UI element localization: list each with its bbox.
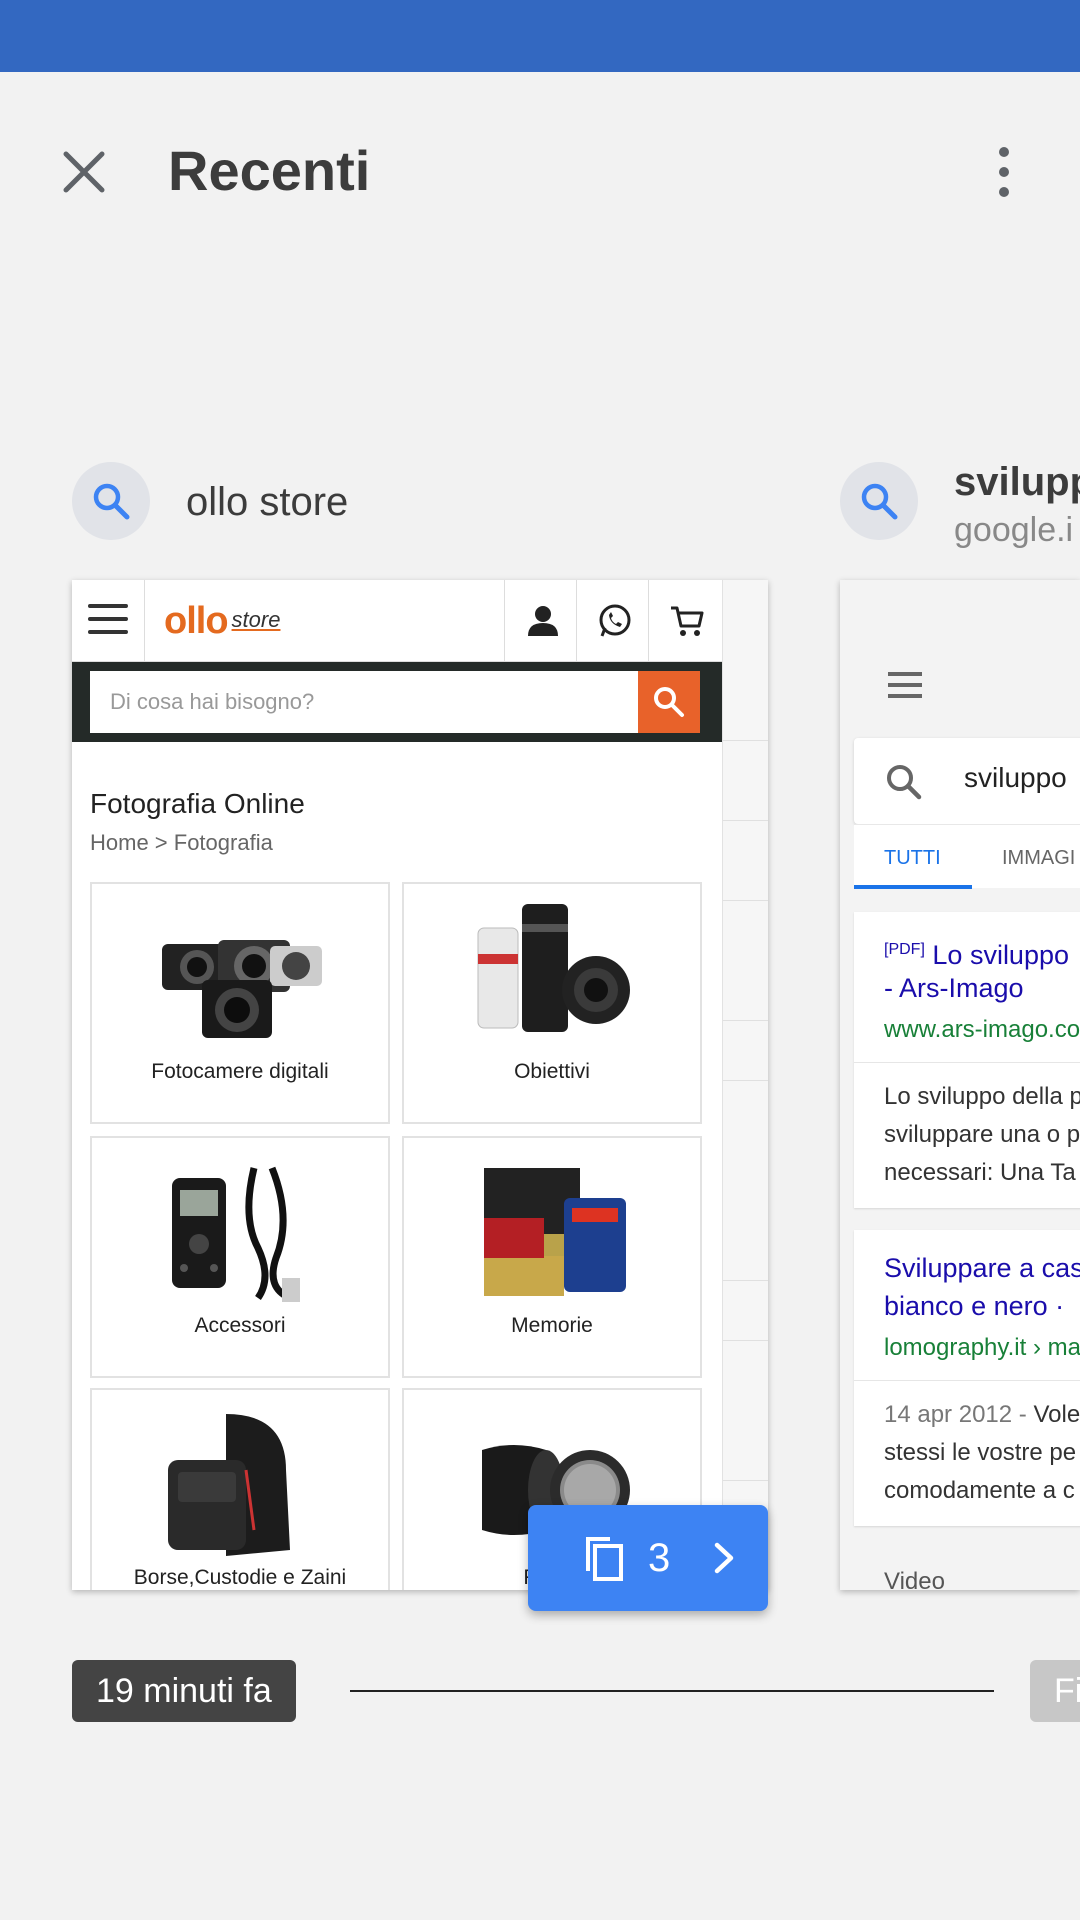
- result-date: 14 apr 2012 -: [884, 1401, 1027, 1428]
- bag-icon: [168, 1414, 290, 1556]
- result-title-2: - Ars-Imago: [884, 973, 1024, 1003]
- tab-all: TUTTI: [884, 847, 941, 869]
- page-title: Recenti: [168, 139, 371, 202]
- category-tile: Borse,Custodie e Zaini: [90, 1388, 390, 1590]
- logo-suffix: store: [231, 607, 281, 632]
- search-result: [PDF] Lo sviluppo - Ars-Imago www.ars-im…: [854, 912, 1080, 1208]
- tab-thumbnail-ollo-store[interactable]: ollo store Di cosa hai bisogno? Fotografi…: [72, 580, 768, 1590]
- close-button[interactable]: [56, 144, 112, 200]
- site-topbar: ollo store: [72, 580, 722, 662]
- result-url: lomography.it › ma: [884, 1334, 1080, 1361]
- menu-icon: [888, 672, 922, 698]
- result-snippet: necessari: Una Ta: [884, 1159, 1076, 1186]
- result-snippet: sviluppare una o p: [884, 1121, 1080, 1148]
- menu-icon: [88, 604, 128, 638]
- result-title: [PDF] Lo sviluppo: [884, 940, 1070, 970]
- search-chip: [72, 462, 150, 540]
- lens-icon: [477, 904, 630, 1032]
- tabs-copy-icon: [586, 1537, 623, 1581]
- category-tile: Accessori: [90, 1136, 390, 1378]
- category-tile: Memorie: [402, 1136, 702, 1378]
- result-url: www.ars-imago.co: [884, 1016, 1080, 1043]
- category-title: Fotografia Online: [90, 788, 305, 819]
- thumbnail-edge: [722, 580, 768, 1590]
- result-snippet: 14 apr 2012 - Vole: [884, 1401, 1080, 1428]
- user-icon: [524, 602, 562, 640]
- tile-label: Memorie: [511, 1314, 593, 1337]
- memory-card-icon: [484, 1168, 626, 1296]
- google-tabs: TUTTI IMMAGI: [854, 824, 1080, 889]
- active-tab-indicator: [854, 885, 972, 889]
- result-title: Sviluppare a cas: [884, 1253, 1080, 1283]
- timeline-divider: [350, 1690, 994, 1692]
- entry-title[interactable]: ollo store: [186, 478, 348, 526]
- more-vert-icon: [999, 147, 1009, 197]
- tile-label: Fotocamere digitali: [151, 1060, 329, 1083]
- cart-icon: [668, 602, 706, 640]
- status-bar: [0, 0, 1080, 72]
- search-icon: [861, 483, 898, 520]
- google-search-box: sviluppo: [854, 738, 1080, 824]
- section-label: Video: [884, 1568, 945, 1590]
- result-snippet: stessi le vostre pe: [884, 1439, 1077, 1466]
- ollo-store-logo: ollo store: [164, 600, 281, 642]
- tile-label: Obiettivi: [514, 1060, 590, 1083]
- tile-label: Borse,Custodie e Zaini: [133, 1566, 347, 1589]
- google-query: sviluppo: [964, 762, 1067, 793]
- tile-label: Accessori: [194, 1314, 286, 1337]
- site-search-input: Di cosa hai bisogno?: [90, 671, 638, 733]
- open-tabs-button[interactable]: 3: [528, 1505, 768, 1611]
- result-snippet: Lo sviluppo della p: [884, 1083, 1080, 1110]
- category-tile: Fotocamere digitali: [90, 882, 390, 1124]
- tab-thumbnail-google[interactable]: sviluppo TUTTI IMMAGI [PDF] Lo sviluppo …: [840, 580, 1080, 1590]
- result-title-2: bianco e nero ·: [884, 1291, 1065, 1321]
- time-label: 19 minuti fa: [72, 1660, 296, 1722]
- tab-images: IMMAGI: [1002, 847, 1076, 869]
- remote-icon: [172, 1166, 300, 1302]
- search-icon: [93, 483, 130, 520]
- logo-main: ollo: [164, 600, 229, 642]
- more-options-button[interactable]: [988, 142, 1020, 202]
- search-icon: [887, 765, 922, 800]
- search-chip: [840, 462, 918, 540]
- chevron-right-icon: [714, 1542, 734, 1574]
- tab-count: 3: [648, 1536, 671, 1580]
- close-icon: [63, 151, 105, 193]
- app-header: Recenti: [0, 72, 1080, 268]
- entry-title[interactable]: svilupp: [954, 458, 1080, 506]
- time-label-next: Fi: [1030, 1660, 1080, 1722]
- category-tile: Obiettivi: [402, 882, 702, 1124]
- site-search-bar: Di cosa hai bisogno?: [72, 662, 722, 742]
- search-result: Sviluppare a cas bianco e nero · lomogra…: [854, 1230, 1080, 1526]
- result-snippet: comodamente a c: [884, 1477, 1075, 1504]
- entry-domain: google.i: [954, 511, 1074, 549]
- site-search-button: [638, 671, 700, 733]
- whatsapp-icon: [596, 602, 634, 640]
- search-icon: [654, 687, 684, 717]
- result-tag: [PDF]: [884, 941, 925, 958]
- camera-icon: [162, 940, 322, 1038]
- breadcrumb: Home > Fotografia: [90, 830, 273, 855]
